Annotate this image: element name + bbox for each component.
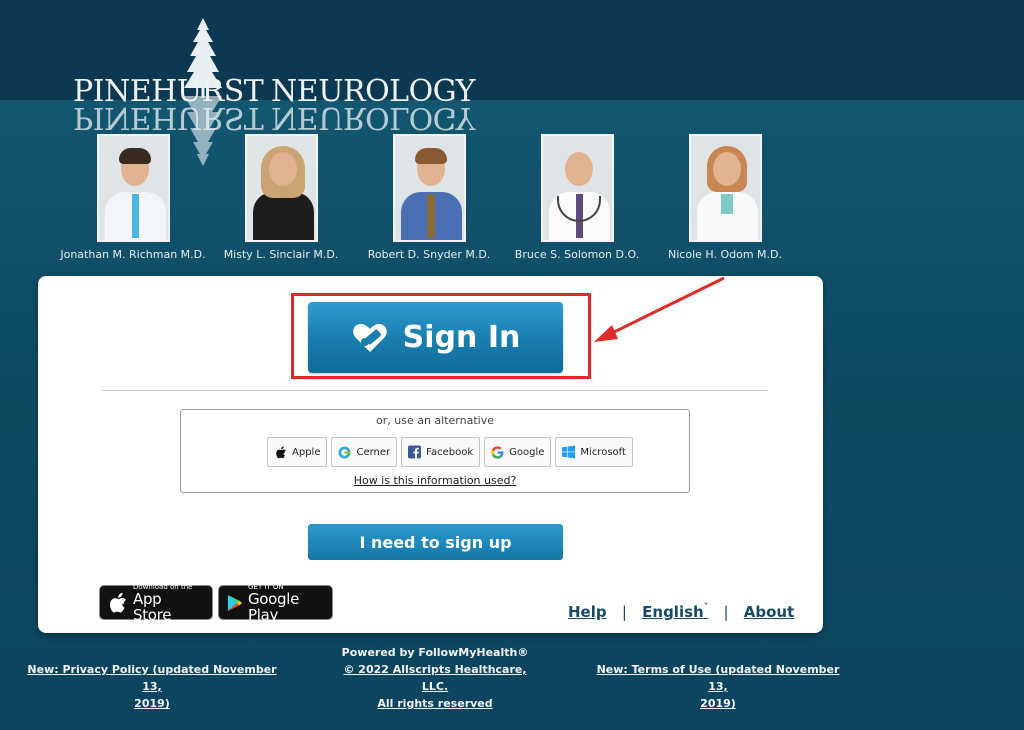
footer-links: Help | Englishˇ | About	[568, 603, 794, 621]
doctor-name: Nicole H. Odom M.D.	[668, 248, 782, 261]
copyright-link[interactable]: © 2022 Allscripts Healthcare, LLC.	[343, 663, 526, 693]
terms-of-use-notice: New: Terms of Use (updated November 13, 2…	[590, 661, 846, 712]
app-store-text: Download on the App Store	[133, 582, 193, 624]
sign-up-button[interactable]: I need to sign up	[308, 524, 563, 560]
doctor-photo	[540, 134, 614, 242]
doctor-name: Jonathan M. Richman M.D.	[60, 248, 206, 261]
microsoft-signin-button[interactable]: Microsoft	[555, 437, 633, 467]
google-play-icon	[227, 594, 243, 611]
google-play-badge[interactable]: GET IT ON Google Play	[218, 582, 333, 624]
doctor-name: Misty L. Sinclair M.D.	[223, 248, 339, 261]
information-usage-link[interactable]: How is this information used?	[181, 474, 689, 487]
microsoft-label: Microsoft	[580, 446, 626, 458]
google-icon	[491, 445, 504, 459]
apple-signin-button[interactable]: Apple	[267, 437, 328, 467]
facebook-icon	[408, 445, 422, 459]
app-store-badge[interactable]: Download on the App Store	[99, 582, 213, 624]
doctor-card: Robert D. Snyder M.D.	[344, 134, 514, 261]
doctor-photo	[688, 134, 762, 242]
doctor-card: Misty L. Sinclair M.D.	[196, 134, 366, 261]
alternative-button-row: Apple Cerner Facebook Google Microsoft	[267, 437, 633, 467]
doctor-name: Robert D. Snyder M.D.	[367, 248, 491, 261]
section-divider	[102, 390, 768, 391]
doctor-photo	[244, 134, 318, 242]
rights-link[interactable]: All rights reserved	[377, 697, 492, 710]
language-label: English	[642, 603, 704, 621]
facebook-label: Facebook	[426, 446, 474, 458]
help-link[interactable]: Help	[568, 603, 607, 621]
caret-down-icon: ˇ	[703, 603, 709, 613]
red-arrow-annotation	[594, 276, 725, 342]
footer-separator: |	[621, 603, 627, 621]
doctor-photo	[96, 134, 170, 242]
cerner-label: Cerner	[356, 446, 391, 458]
about-link[interactable]: About	[744, 603, 795, 621]
doctor-card: Bruce S. Solomon D.O.	[492, 134, 662, 261]
cerner-icon	[338, 446, 351, 459]
doctor-photo	[392, 134, 466, 242]
language-selector[interactable]: Englishˇ	[642, 603, 708, 621]
apple-icon	[274, 445, 287, 459]
heart-key-icon	[352, 323, 387, 352]
facebook-signin-button[interactable]: Facebook	[401, 437, 481, 467]
doctor-card: Jonathan M. Richman M.D.	[48, 134, 218, 261]
sign-in-label: Sign In	[402, 320, 521, 355]
google-signin-button[interactable]: Google	[484, 437, 552, 467]
alternative-title: or, use an alternative	[376, 414, 494, 427]
powered-by-block: Powered by FollowMyHealth® © 2022 Allscr…	[330, 644, 540, 712]
privacy-policy-link[interactable]: New: Privacy Policy (updated November 13…	[27, 663, 276, 710]
apple-label: Apple	[292, 446, 321, 458]
powered-by-text: Powered by FollowMyHealth®	[341, 646, 529, 659]
cerner-signin-button[interactable]: Cerner	[331, 437, 398, 467]
privacy-policy-notice: New: Privacy Policy (updated November 13…	[22, 661, 282, 712]
footer-separator: |	[723, 603, 729, 621]
logo-wordmark-reflection: PINEHURST NEUROLOGY	[73, 100, 475, 135]
google-play-text: GET IT ON Google Play	[247, 582, 300, 624]
doctor-name: Bruce S. Solomon D.O.	[514, 248, 640, 261]
sign-in-button[interactable]: Sign In	[308, 302, 563, 373]
terms-of-use-link[interactable]: New: Terms of Use (updated November 13, 2…	[597, 663, 840, 710]
apple-icon	[110, 592, 126, 612]
doctor-card: Nicole H. Odom M.D.	[640, 134, 810, 261]
google-label: Google	[509, 446, 545, 458]
alternative-signin-panel: or, use an alternative Apple Cerner Face…	[180, 409, 690, 493]
microsoft-icon	[562, 445, 576, 459]
